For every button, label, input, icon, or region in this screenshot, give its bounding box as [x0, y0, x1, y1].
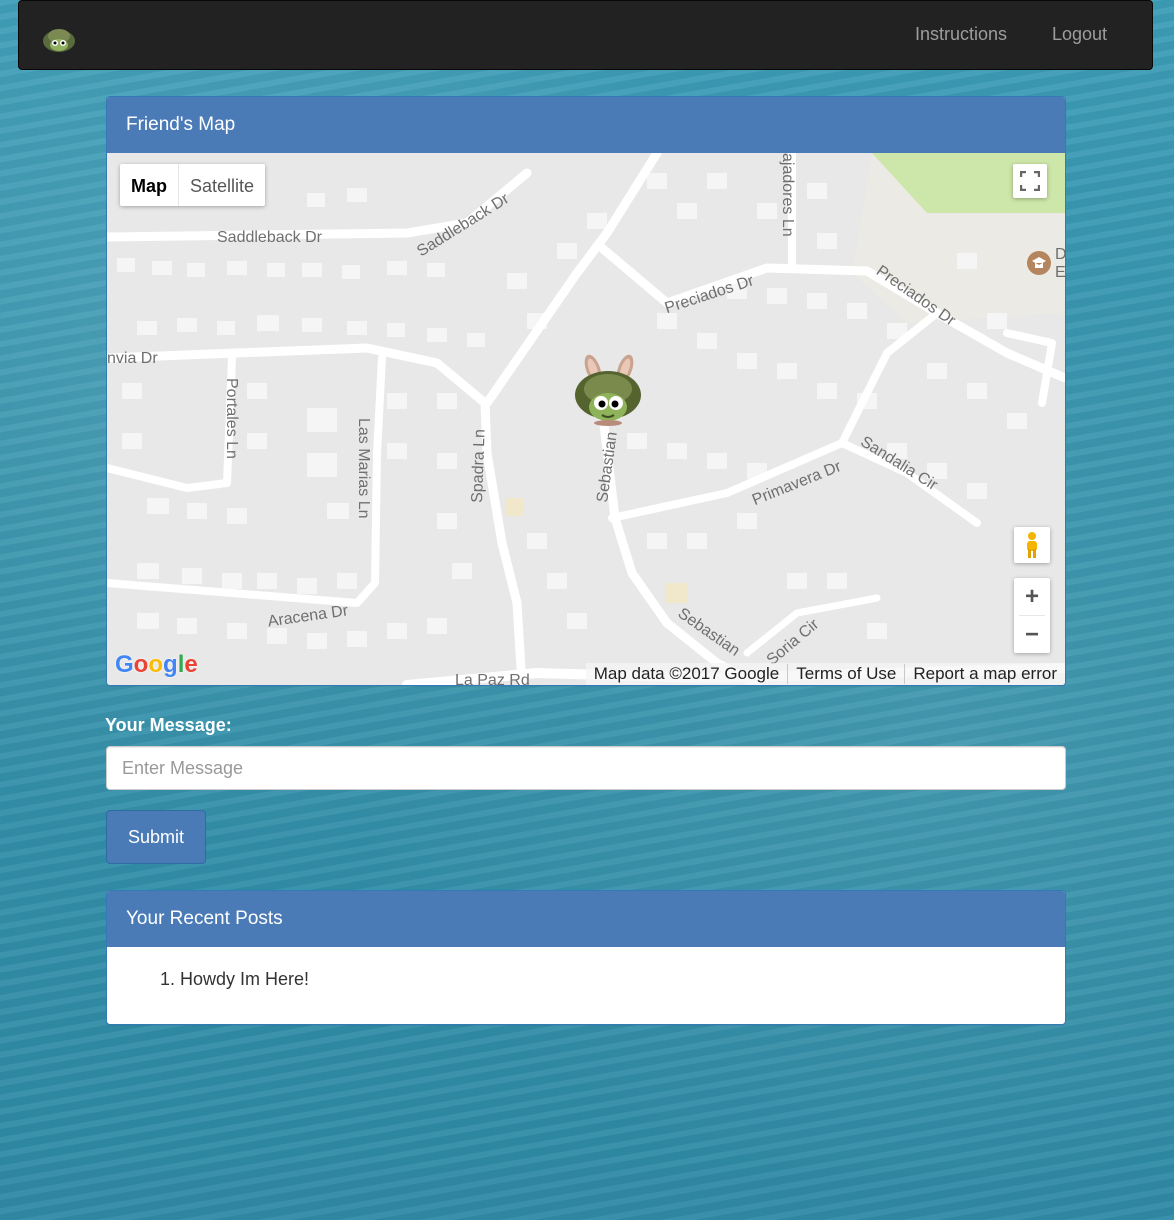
turtle-logo-icon[interactable] [41, 27, 77, 53]
friend-location-marker[interactable] [573, 353, 643, 433]
google-logo-letter: g [163, 651, 178, 678]
map-type-control: Map Satellite [120, 164, 266, 206]
instructions-link[interactable]: Instructions [915, 24, 1007, 45]
street-label: La Paz Rd [455, 672, 530, 685]
map-data-credit: Map data ©2017 Google [593, 664, 780, 683]
google-logo-letter: G [115, 651, 134, 678]
zoom-in-button[interactable]: + [1014, 578, 1050, 615]
map-attribution: Map data ©2017 Google Terms of Use Repor… [585, 663, 1065, 685]
pegman-icon [1027, 532, 1037, 558]
street-label: ajadores Ln [779, 153, 796, 237]
recent-posts-body: Howdy Im Here! [107, 947, 1065, 1024]
google-logo-letter: o [133, 651, 149, 678]
street-label: nvia Dr [107, 350, 158, 367]
message-label: Your Message: [105, 715, 232, 735]
street-view-pegman-button[interactable] [1014, 527, 1050, 563]
street-label: Saddleback Dr [217, 229, 323, 246]
google-map[interactable]: Saddleback Dr Saddleback Dr Preciados Dr… [107, 153, 1065, 685]
message-input[interactable] [106, 746, 1066, 790]
google-logo-letter: e [184, 651, 198, 678]
fullscreen-button[interactable] [1013, 164, 1047, 198]
report-map-error-link[interactable]: Report a map error [904, 664, 1065, 684]
posts-list: Howdy Im Here! [125, 969, 1047, 990]
turtle-marker-icon [575, 354, 641, 426]
zoom-control: + − [1014, 578, 1050, 653]
terms-of-use-link[interactable]: Terms of Use [787, 664, 904, 684]
post-item: Howdy Im Here! [180, 969, 1047, 990]
satellite-view-button[interactable]: Satellite [179, 164, 265, 206]
map-panel-title: Friend's Map [107, 97, 1065, 153]
street-label: Las Marias Ln [355, 418, 372, 519]
recent-posts-title: Your Recent Posts [107, 891, 1065, 947]
poi-label: E [1055, 264, 1065, 281]
logout-link[interactable]: Logout [1052, 24, 1107, 45]
street-label: Spadra Ln [469, 429, 489, 503]
friends-map-panel: Friend's Map Saddleback Dr Saddleback Dr… [106, 96, 1066, 686]
submit-button[interactable]: Submit [106, 810, 206, 864]
google-logo[interactable]: Google [115, 651, 198, 679]
poi-label: D [1055, 246, 1065, 263]
fullscreen-icon [1020, 171, 1040, 191]
top-navbar: Instructions Logout [18, 0, 1153, 70]
google-logo-letter: o [148, 651, 164, 678]
street-label: Portales Ln [223, 378, 240, 459]
zoom-out-button[interactable]: − [1014, 616, 1050, 653]
recent-posts-panel: Your Recent Posts Howdy Im Here! [106, 890, 1066, 1025]
map-view-button[interactable]: Map [120, 164, 179, 206]
